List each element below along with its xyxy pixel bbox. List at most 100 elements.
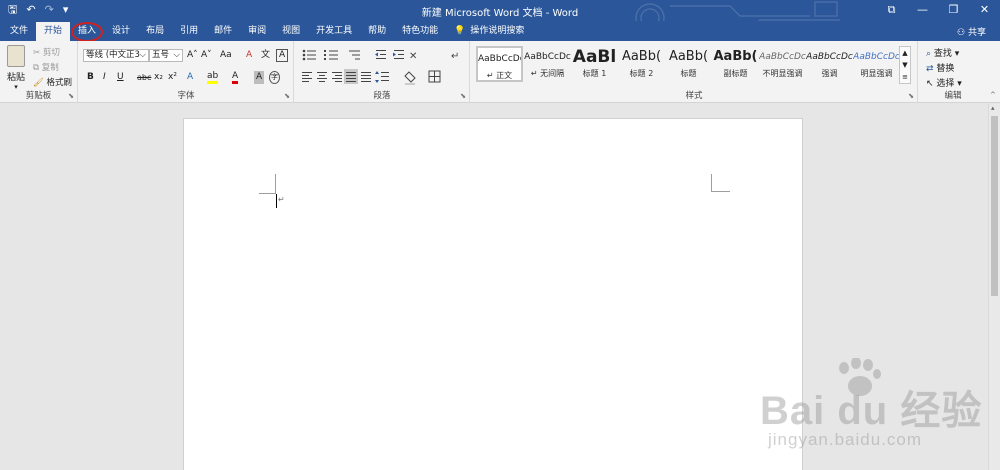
style-no-spacing[interactable]: AaBbCcDc ↵ 无间隔 <box>524 46 571 82</box>
font-size-select[interactable]: 五号 ⌵ <box>149 49 183 62</box>
style-name: 明显强调 <box>860 69 893 78</box>
ribbon-tabs: 文件 开始 插入 设计 布局 引用 邮件 审阅 视图 开发工具 帮助 特色功能 … <box>0 21 1000 42</box>
tab-help[interactable]: 帮助 <box>360 22 394 41</box>
style-name: 标题 2 <box>629 69 654 78</box>
style-name: 标题 <box>680 69 697 78</box>
select-label: 选择 <box>936 79 955 89</box>
clipboard-launcher-icon[interactable]: ⬊ <box>68 92 74 100</box>
bold-button[interactable]: B <box>87 71 94 84</box>
scrollbar-thumb[interactable] <box>991 116 998 296</box>
italic-button[interactable]: I <box>103 71 106 84</box>
restore-button[interactable]: ❐ <box>938 0 969 21</box>
tell-me-search[interactable]: 💡 操作说明搜索 <box>446 22 524 41</box>
search-icon: ⌕ <box>926 49 932 59</box>
style-subtitle[interactable]: AaBb( 副标题 <box>712 46 759 82</box>
find-button[interactable]: ⌕ 查找 ▾ <box>926 46 959 59</box>
paste-button[interactable]: 粘贴 ▾ <box>5 45 27 91</box>
ribbon-display-options-icon[interactable]: ⧉ <box>876 0 907 21</box>
tab-home[interactable]: 开始 <box>36 22 71 41</box>
style-heading-2[interactable]: AaBb( 标题 2 <box>618 46 665 82</box>
document-page[interactable]: ↵ <box>183 118 803 470</box>
style-intense-emphasis[interactable]: AaBbCcDc 明显强调 <box>853 46 900 82</box>
text-effects-button[interactable]: A <box>187 71 193 84</box>
minimize-button[interactable]: — <box>907 0 938 21</box>
shrink-font-button[interactable]: A˅ <box>201 49 212 62</box>
strikethrough-button[interactable]: abc <box>137 71 151 84</box>
close-button[interactable]: ✕ <box>969 0 1000 21</box>
collapse-ribbon-icon[interactable]: ^ <box>990 91 996 99</box>
style-subtle-emphasis[interactable]: AaBbCcDc 不明显强调 <box>759 46 806 82</box>
enclose-characters-button[interactable]: 字 <box>269 71 280 84</box>
chevron-down-icon[interactable]: ▼ <box>900 59 910 71</box>
clear-formatting-button[interactable]: A <box>246 49 252 62</box>
paragraph-controls: ✕ ↵ <box>302 49 459 85</box>
paragraph-group: ✕ ↵ 段落 ⬊ <box>295 41 470 103</box>
tab-view[interactable]: 视图 <box>274 22 308 41</box>
character-shading-button[interactable]: A <box>254 71 265 84</box>
tab-review[interactable]: 审阅 <box>240 22 274 41</box>
window-controls: ⧉ — ❐ ✕ <box>876 0 1000 21</box>
chevron-down-icon: ⌵ <box>173 50 180 60</box>
chinese-layout-icon: ✕ <box>409 51 417 62</box>
phonetic-guide-button[interactable]: 文 <box>261 49 270 62</box>
style-emphasis[interactable]: AaBbCcDc 强调 <box>806 46 853 82</box>
svg-text:✕: ✕ <box>409 51 417 62</box>
select-button[interactable]: ↖ 选择 ▾ <box>926 76 962 89</box>
underline-button[interactable]: U <box>117 71 124 84</box>
change-case-button[interactable]: Aa <box>220 49 232 62</box>
style-heading-1[interactable]: AaBl 标题 1 <box>571 46 618 82</box>
style-preview: AaBl <box>572 47 617 67</box>
chevron-up-icon[interactable]: ▲ <box>900 47 910 59</box>
tab-mailings[interactable]: 邮件 <box>206 22 240 41</box>
clipboard-group: 粘贴 ▾ ✂ 剪切 ⧉ 复制 🖌 格式刷 剪贴板 ⬊ <box>0 41 78 103</box>
font-group-label: 字体 <box>177 91 195 101</box>
tab-layout[interactable]: 布局 <box>138 22 172 41</box>
styles-launcher-icon[interactable]: ⬊ <box>908 92 914 100</box>
style-normal[interactable]: AaBbCcDc ↵ 正文 <box>476 46 523 82</box>
replace-button[interactable]: ⇄ 替换 <box>926 61 954 74</box>
more-styles-icon[interactable]: ≡ <box>900 71 910 83</box>
tab-special-features[interactable]: 特色功能 <box>394 22 446 41</box>
borders-icon <box>428 70 441 83</box>
watermark-logo-text: Bai du 经验 <box>760 389 983 433</box>
share-button[interactable]: ⚇ 共享 <box>957 25 986 38</box>
numbering-icon <box>324 50 338 60</box>
tab-insert[interactable]: 插入 <box>70 22 104 42</box>
paste-label: 粘贴 <box>6 73 25 83</box>
tab-references[interactable]: 引用 <box>172 22 206 41</box>
find-label: 查找 <box>933 49 952 59</box>
format-painter-button[interactable]: 🖌 格式刷 <box>33 76 72 88</box>
character-border-button[interactable]: A <box>276 49 289 62</box>
bullets-icon <box>302 49 316 61</box>
share-label: 共享 <box>967 28 986 38</box>
tab-file[interactable]: 文件 <box>2 22 36 41</box>
paragraph-launcher-icon[interactable]: ⬊ <box>460 92 466 100</box>
copy-button[interactable]: ⧉ 复制 <box>33 61 59 73</box>
superscript-button[interactable]: x² <box>168 71 177 84</box>
style-preview: AaBbCcDc <box>853 52 900 62</box>
styles-scroll[interactable]: ▲ ▼ ≡ <box>899 46 911 84</box>
cut-button[interactable]: ✂ 剪切 <box>33 46 60 58</box>
title-bar: 🖫 ↶ ↷ ▾ 新建 Microsoft Word 文档 - Word ⧉ — … <box>0 0 1000 33</box>
scroll-up-icon[interactable]: ▴ <box>991 104 995 112</box>
format-painter-label: 格式刷 <box>46 78 73 88</box>
multilevel-list-icon <box>349 50 360 60</box>
font-color-button[interactable]: A <box>232 71 239 84</box>
style-preview: AaBb( <box>621 49 662 64</box>
lightbulb-icon: 💡 <box>454 26 466 36</box>
align-right-icon <box>332 72 342 82</box>
grow-font-button[interactable]: A˄ <box>187 49 198 62</box>
font-launcher-icon[interactable]: ⬊ <box>284 92 290 100</box>
tab-design[interactable]: 设计 <box>104 22 138 41</box>
cursor-icon: ↖ <box>926 79 934 89</box>
subscript-button[interactable]: x₂ <box>154 71 163 84</box>
svg-text:↵: ↵ <box>451 51 459 62</box>
tab-developer[interactable]: 开发工具 <box>308 22 360 41</box>
distributed-icon <box>361 72 371 82</box>
copy-icon: ⧉ <box>33 63 40 73</box>
style-title[interactable]: AaBb( 标题 <box>665 46 712 82</box>
style-name: 副标题 <box>723 69 748 78</box>
font-name-select[interactable]: 等线 (中文正3 ⌵ <box>83 49 149 62</box>
highlight-color-button[interactable]: ab <box>207 71 219 84</box>
styles-group-label: 样式 <box>685 91 703 101</box>
